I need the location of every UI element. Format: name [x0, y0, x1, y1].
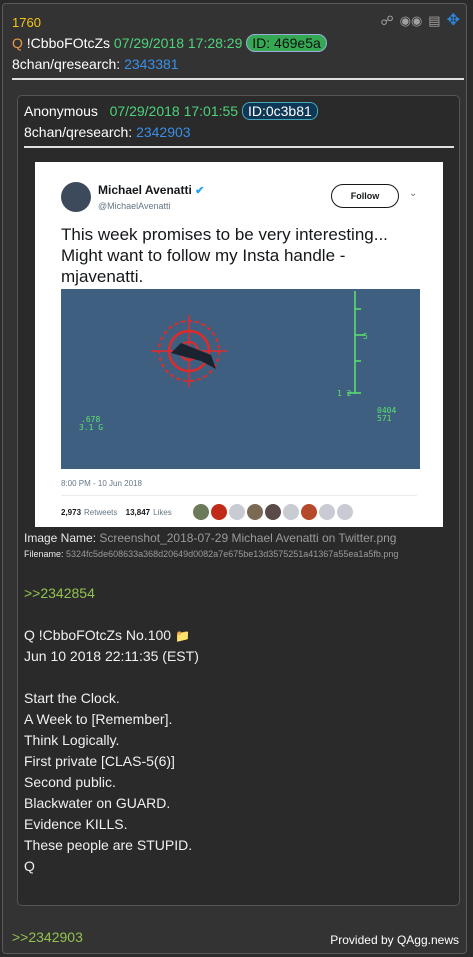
- body-line: Blackwater on GUARD.: [24, 795, 171, 811]
- liker-avatar: [319, 504, 335, 520]
- reply-link[interactable]: >>2342854: [24, 583, 199, 604]
- body-line: Start the Clock.: [24, 690, 120, 706]
- verified-icon: ✔: [195, 185, 205, 197]
- document-icon[interactable]: ▤: [428, 14, 440, 28]
- tweet-screenshot-image[interactable]: Michael Avenatti ✔ @MichaelAvenatti Foll…: [35, 162, 443, 527]
- header-divider: [12, 78, 464, 80]
- hud-top-number: 5: [363, 332, 368, 341]
- liker-avatar: [229, 504, 245, 520]
- glasses-icon[interactable]: ◉◉: [400, 14, 423, 28]
- post-link[interactable]: 2343381: [124, 56, 179, 72]
- q-post-date: Jun 10 2018 22:11:35 (EST): [24, 648, 199, 664]
- q-mark: Q: [12, 35, 23, 51]
- q-post-header-line: Q !CbboFOtcZs No.100 📁: [24, 625, 199, 646]
- liker-avatar: [283, 504, 299, 520]
- post-timestamp: 07/29/2018 17:28:29: [113, 35, 243, 51]
- retweets-count: 2,973: [61, 508, 82, 517]
- board-label: 8chan/qresearch:: [12, 56, 121, 72]
- tweet-handle: @MichaelAvenatti: [98, 201, 171, 211]
- quoted-id-badge: ID:0c3b81: [241, 102, 318, 120]
- body-line: These people are STUPID.: [24, 837, 193, 853]
- liker-avatar: [247, 504, 263, 520]
- likes-label: Likes: [153, 508, 172, 517]
- filename-value: 5324fc5de608633a368d20649d0082a7e675be13…: [66, 549, 399, 559]
- share-icon[interactable]: ☍: [380, 14, 393, 28]
- tweet-text-line-1: This week promises to be very interestin…: [61, 225, 388, 244]
- quoted-post-link[interactable]: 2342903: [136, 124, 191, 140]
- tweet-username: Michael Avenatti: [98, 183, 192, 197]
- liker-avatar: [265, 504, 281, 520]
- tweet-media-targeting-image: 5 1 2 .678 3.1 G 0404 571: [61, 289, 420, 469]
- move-icon[interactable]: ✥: [447, 13, 460, 29]
- liker-avatar: [337, 504, 353, 520]
- body-line: Q: [24, 858, 35, 874]
- tweet-divider: [61, 495, 417, 496]
- body-line: Think Logically.: [24, 732, 120, 748]
- retweets-label: Retweets: [84, 508, 118, 517]
- liker-avatar: [301, 504, 317, 520]
- hud-readout-left-2: 3.1 G: [79, 423, 103, 432]
- image-name-row: Image Name: Screenshot_2018-07-29 Michae…: [24, 531, 396, 545]
- image-name-label: Image Name:: [24, 531, 97, 545]
- quoted-header-divider: [24, 146, 454, 148]
- liker-avatar: [193, 504, 209, 520]
- quoted-source: 8chan/qresearch: 2342903: [24, 124, 191, 140]
- body-line: Second public.: [24, 774, 116, 790]
- filename-row: Filename: 5324fc5de608633a368d20649d0082…: [24, 549, 398, 559]
- q-post-header: Q !CbboFOtcZs No.100: [24, 627, 172, 643]
- post-id-badge: ID: 469e5a: [246, 34, 327, 52]
- liker-avatar: [211, 504, 227, 520]
- quoted-post-header: Anonymous 07/29/2018 17:01:55 ID:0c3b81: [24, 102, 318, 120]
- targeting-hud-graphic: 5 1 2 .678 3.1 G 0404 571: [61, 289, 420, 469]
- hud-left-number: 1 2: [337, 389, 352, 398]
- tweet-stats: 2,973 Retweets 13,847 Likes: [61, 508, 172, 517]
- tweet-text-line-2: Might want to follow my Insta handle -: [61, 246, 346, 265]
- post-source: 8chan/qresearch: 2343381: [12, 56, 179, 72]
- tweet-date: 8:00 PM - 10 Jun 2018: [61, 479, 142, 488]
- tweet-text-line-3: mjavenatti.: [61, 267, 144, 286]
- post-number: 1760: [12, 15, 41, 30]
- quoted-author: Anonymous: [24, 103, 98, 119]
- chevron-down-icon: ⌄: [409, 188, 418, 199]
- hud-readout-right-2: 571: [377, 414, 392, 423]
- folder-icon: 📁: [174, 629, 190, 643]
- body-line: A Week to [Remember].: [24, 711, 173, 727]
- quoted-timestamp: 07/29/2018 17:01:55: [109, 103, 239, 119]
- likes-count: 13,847: [125, 508, 151, 517]
- post-toolbar: ☍ ◉◉ ▤ ✥: [380, 13, 460, 29]
- avatar: [61, 182, 91, 212]
- tweet-text: This week promises to be very interestin…: [61, 224, 431, 287]
- quoted-post: Anonymous 07/29/2018 17:01:55 ID:0c3b81 …: [17, 95, 460, 906]
- tripcode: !CbboFOtcZs: [26, 35, 111, 51]
- quoted-body: >>2342854 Q !CbboFOtcZs No.100 📁 Jun 10 …: [24, 583, 199, 877]
- filename-label: Filename:: [24, 549, 64, 559]
- provided-by-credit[interactable]: Provided by QAgg.news: [330, 933, 459, 947]
- follow-button: Follow: [331, 184, 399, 208]
- body-line: First private [CLAS-5(6)]: [24, 753, 175, 769]
- quoted-board-label: 8chan/qresearch:: [24, 124, 133, 140]
- q-post-card: 1760 ☍ ◉◉ ▤ ✥ Q !CbboFOtcZs 07/29/2018 1…: [2, 3, 467, 954]
- footer-reply-link[interactable]: >>2342903: [12, 929, 83, 945]
- body-line: Evidence KILLS.: [24, 816, 128, 832]
- liker-avatars: [193, 504, 353, 520]
- image-name-value: Screenshot_2018-07-29 Michael Avenatti o…: [99, 531, 397, 545]
- tweet-user: Michael Avenatti ✔: [98, 183, 204, 197]
- post-header: Q !CbboFOtcZs 07/29/2018 17:28:29 ID: 46…: [12, 34, 327, 52]
